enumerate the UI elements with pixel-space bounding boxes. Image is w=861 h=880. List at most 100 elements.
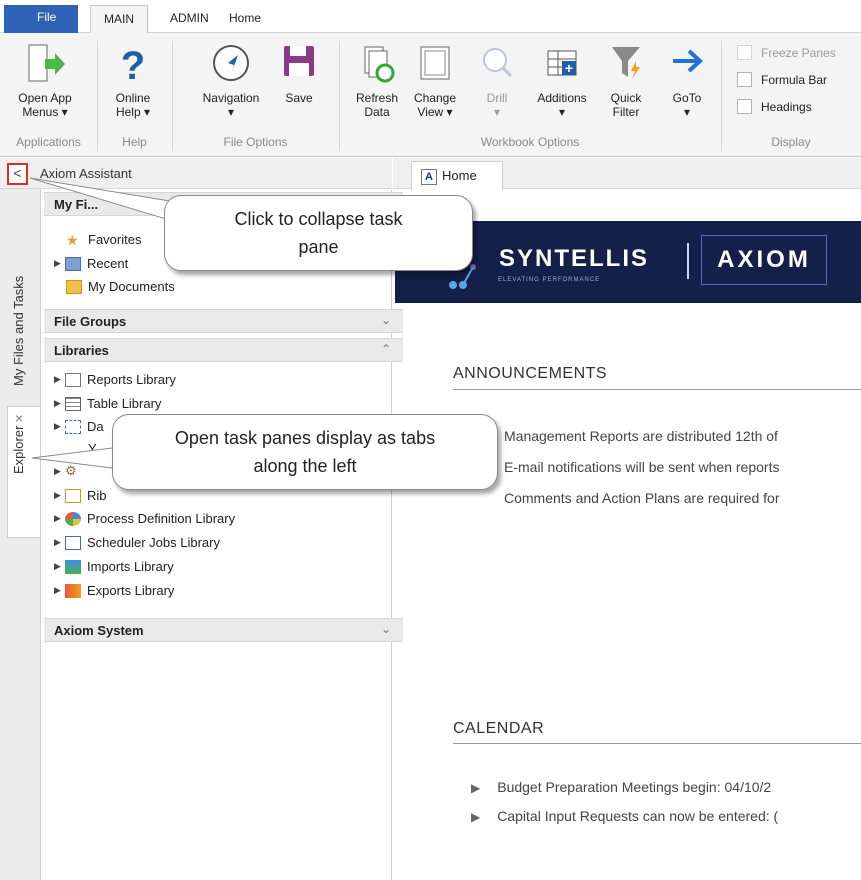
side-tab-my-files-and-tasks[interactable]: My Files and Tasks — [11, 276, 26, 386]
library-item-reports[interactable]: ▶ Reports Library — [54, 372, 176, 387]
drill-button[interactable]: Drill ▾ — [477, 43, 517, 119]
library-item-imports[interactable]: ▶ Imports Library — [54, 559, 174, 574]
expand-arrow-icon: ▶ — [54, 258, 61, 268]
refresh-icon — [364, 46, 395, 83]
list-item-recent[interactable]: ▶ Recent — [54, 256, 128, 271]
bullet-triangle-icon: ▶ — [471, 810, 481, 824]
save-button[interactable]: Save — [279, 43, 319, 105]
side-tab-strip: My Files and Tasks Explorer × — [0, 158, 41, 880]
library-item-table[interactable]: ▶ Table Library — [54, 396, 161, 411]
close-icon[interactable]: × — [15, 410, 23, 426]
group-label-help: Help — [122, 135, 147, 149]
quick-filter-button[interactable]: Quick Filter — [601, 43, 651, 119]
list-item-favorites[interactable]: ★ Favorites — [66, 232, 141, 247]
divider — [453, 743, 861, 744]
data-icon — [65, 419, 81, 434]
axiom-file-icon: A — [421, 169, 437, 185]
brand-divider — [687, 243, 689, 279]
document-tab-bar: A Home — [393, 158, 861, 190]
change-view-button[interactable]: Change View ▾ — [409, 43, 461, 119]
navigation-button[interactable]: Navigation ▾ — [193, 43, 269, 119]
tab-file[interactable]: File — [4, 5, 78, 33]
library-item-data[interactable]: ▶ Da — [54, 419, 104, 434]
save-disk-icon — [284, 46, 314, 76]
assistant-pane: My Fi... ★ Favorites ▶ Recent My Documen… — [42, 190, 403, 880]
headings-checkbox[interactable]: Headings — [737, 99, 812, 114]
group-label-applications: Applications — [16, 135, 81, 149]
calendar-item: ▶ Capital Input Requests can now be enter… — [471, 808, 779, 824]
section-libraries[interactable]: Libraries ⌃ — [44, 338, 403, 362]
svg-text:?: ? — [121, 44, 145, 87]
app-menu-icon — [28, 44, 65, 82]
expand-arrow-icon: ▶ — [54, 398, 61, 408]
additions-button[interactable]: + Additions ▾ — [529, 43, 595, 119]
export-icon — [65, 583, 81, 598]
group-label-display: Display — [771, 135, 811, 149]
callout-tabs: Open task panes display as tabs along th… — [112, 414, 498, 490]
expand-arrow-icon: ▶ — [54, 421, 61, 431]
ribbon-tab-bar: File MAIN ADMIN Home — [0, 0, 861, 34]
expand-arrow-icon: ▶ — [54, 513, 61, 523]
library-item-exports[interactable]: ▶ Exports Library — [54, 583, 174, 598]
tab-home-document[interactable]: A Home — [411, 161, 503, 190]
change-view-icon — [420, 46, 450, 80]
star-icon: ★ — [66, 231, 79, 248]
brand-tagline: ELEVATING PERFORMANCE — [498, 277, 601, 283]
report-icon — [65, 372, 81, 387]
library-item-scheduler-jobs[interactable]: ▶ Scheduler Jobs Library — [54, 535, 220, 550]
announcement-item: E-mail notifications will be sent when r… — [504, 459, 780, 475]
announcement-item: Management Reports are distributed 12th … — [504, 428, 778, 444]
navigation-compass-icon — [213, 45, 249, 81]
online-help-button[interactable]: ? Online Help ▾ — [108, 43, 158, 119]
chevron-down-icon: ⌄ — [380, 622, 391, 636]
bullet-triangle-icon: ▶ — [471, 781, 481, 795]
ribbon: Open App Menus ▾ ? Online Help ▾ Navigat… — [0, 33, 861, 157]
library-item-ribbon[interactable]: ▶ Rib — [54, 488, 107, 503]
expand-arrow-icon: ▶ — [54, 585, 61, 595]
brand-name: SYNTELLIS — [499, 245, 650, 272]
calendar-item: ▶ Budget Preparation Meetings begin: 04/1… — [471, 779, 772, 795]
group-label-workbook-options: Workbook Options — [480, 135, 580, 149]
expand-arrow-icon: ▶ — [54, 561, 61, 571]
process-icon — [65, 511, 81, 526]
expand-arrow-icon: ▶ — [54, 537, 61, 547]
collapse-pane-button[interactable]: < — [7, 163, 28, 185]
chevron-down-icon: ⌄ — [380, 313, 391, 327]
section-axiom-system[interactable]: Axiom System ⌄ — [44, 618, 403, 642]
callout-pointer — [29, 177, 177, 223]
side-tab-explorer[interactable]: Explorer — [11, 426, 26, 474]
expand-arrow-icon: ▶ — [54, 490, 61, 500]
list-item-my-documents[interactable]: My Documents — [66, 279, 175, 294]
open-app-menus-button[interactable]: Open App Menus ▾ — [2, 43, 88, 119]
scheduler-icon — [65, 535, 81, 550]
help-question-icon: ? — [121, 44, 145, 87]
additions-grid-icon: + — [547, 50, 577, 76]
table-icon — [65, 396, 81, 411]
quick-filter-funnel-icon — [612, 47, 640, 79]
tab-home[interactable]: Home — [229, 11, 261, 25]
announcement-item: Comments and Action Plans are required f… — [504, 490, 780, 506]
expand-arrow-icon: ▶ — [54, 374, 61, 384]
import-icon — [65, 559, 81, 574]
svg-text:+: + — [565, 60, 573, 76]
refresh-data-button[interactable]: Refresh Data — [350, 43, 404, 119]
library-item-process-definition[interactable]: ▶ Process Definition Library — [54, 511, 235, 526]
freeze-panes-checkbox[interactable]: Freeze Panes — [737, 45, 836, 60]
section-file-groups[interactable]: File Groups ⌄ — [44, 309, 403, 333]
calendar-heading: CALENDAR — [453, 720, 545, 737]
recent-icon — [65, 256, 81, 271]
formula-bar-checkbox[interactable]: Formula Bar — [737, 72, 827, 87]
drill-magnifier-icon — [483, 48, 513, 78]
tab-admin[interactable]: ADMIN — [170, 11, 209, 25]
folder-icon — [66, 279, 82, 294]
goto-button[interactable]: GoTo ▾ — [664, 43, 710, 119]
brand-product: AXIOM — [701, 235, 827, 285]
chevron-up-icon: ⌃ — [380, 342, 391, 356]
divider — [453, 389, 861, 390]
tab-main[interactable]: MAIN — [90, 5, 148, 34]
goto-arrow-icon — [673, 49, 703, 73]
callout-collapse: Click to collapse task pane — [164, 195, 473, 271]
group-label-file-options: File Options — [223, 135, 288, 149]
announcements-heading: ANNOUNCEMENTS — [453, 365, 608, 382]
ribbon-icon — [65, 488, 81, 503]
